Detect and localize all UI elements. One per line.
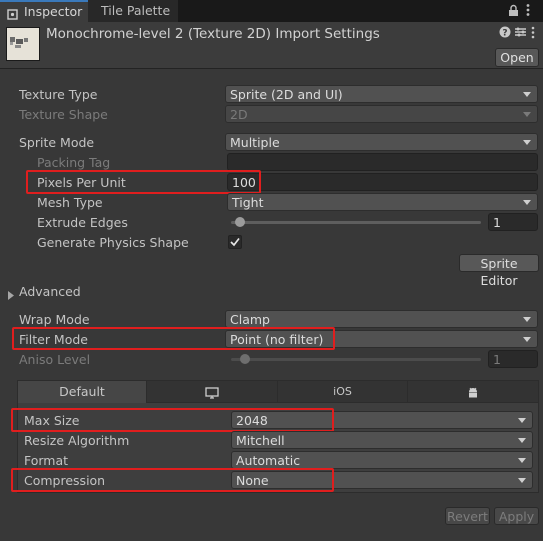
tab-android[interactable] bbox=[408, 381, 538, 403]
sprite-mode-label: Sprite Mode bbox=[19, 135, 95, 150]
aniso-level-slider-handle bbox=[240, 354, 250, 364]
chevron-down-icon bbox=[518, 438, 526, 443]
mesh-type-label: Mesh Type bbox=[37, 195, 103, 210]
menu-icon[interactable] bbox=[526, 3, 530, 20]
chevron-down-icon bbox=[523, 92, 531, 97]
chevron-down-icon bbox=[523, 337, 531, 342]
svg-text:?: ? bbox=[502, 29, 507, 39]
texture-type-label: Texture Type bbox=[19, 87, 98, 102]
mesh-type-dropdown[interactable]: Tight bbox=[227, 193, 538, 211]
texture-type-value: Sprite (2D and UI) bbox=[230, 87, 343, 102]
apply-button[interactable]: Apply bbox=[494, 507, 539, 525]
resize-algorithm-label: Resize Algorithm bbox=[24, 433, 130, 448]
extrude-edges-slider-track[interactable] bbox=[231, 221, 481, 224]
aniso-level-slider-track bbox=[231, 358, 481, 361]
format-label: Format bbox=[24, 453, 69, 468]
open-button[interactable]: Open bbox=[495, 48, 539, 67]
help-icon[interactable]: ? bbox=[499, 26, 511, 41]
texture-type-dropdown[interactable]: Sprite (2D and UI) bbox=[225, 85, 538, 103]
advanced-foldout[interactable]: Advanced bbox=[19, 284, 81, 299]
extrude-edges-input[interactable]: 1 bbox=[488, 213, 538, 231]
tab-ios[interactable]: iOS bbox=[278, 381, 408, 403]
lock-icon[interactable] bbox=[508, 4, 519, 20]
header-title: Monochrome-level 2 (Texture 2D) Import S… bbox=[46, 26, 380, 42]
android-icon bbox=[467, 384, 479, 399]
aniso-level-input: 1 bbox=[488, 350, 538, 368]
generate-physics-shape-label: Generate Physics Shape bbox=[37, 235, 189, 250]
sprite-mode-value: Multiple bbox=[230, 135, 280, 150]
format-dropdown[interactable]: Automatic bbox=[231, 451, 533, 469]
highlight-compression bbox=[11, 468, 334, 492]
aniso-level-label: Aniso Level bbox=[19, 352, 91, 367]
foldout-arrow-icon[interactable] bbox=[8, 288, 15, 303]
mesh-type-value: Tight bbox=[232, 195, 264, 210]
texture-shape-dropdown: 2D bbox=[225, 105, 538, 123]
texture-shape-value: 2D bbox=[230, 107, 248, 122]
tab-default-label: Default bbox=[59, 384, 105, 399]
highlight-pixels-per-unit bbox=[26, 170, 261, 194]
chevron-down-icon bbox=[518, 478, 526, 483]
sprite-mode-dropdown[interactable]: Multiple bbox=[225, 133, 538, 151]
tab-default[interactable]: Default bbox=[18, 381, 147, 403]
tab-inspector-label: Inspector bbox=[24, 4, 83, 19]
packing-tag-label: Packing Tag bbox=[37, 155, 111, 170]
chevron-down-icon bbox=[523, 112, 531, 117]
resize-algorithm-dropdown[interactable]: Mitchell bbox=[231, 431, 533, 449]
highlight-filter-mode bbox=[12, 327, 335, 350]
texture-shape-label: Texture Shape bbox=[19, 107, 108, 122]
extrude-edges-label: Extrude Edges bbox=[37, 215, 128, 230]
chevron-down-icon bbox=[523, 140, 531, 145]
resize-algorithm-value: Mitchell bbox=[236, 433, 285, 448]
inspector-icon bbox=[7, 6, 18, 20]
more-icon[interactable] bbox=[531, 26, 535, 42]
pixels-per-unit-input[interactable]: 100 bbox=[227, 173, 538, 191]
highlight-max-size bbox=[11, 408, 334, 432]
tab-ios-label: iOS bbox=[333, 385, 352, 398]
format-value: Automatic bbox=[236, 453, 301, 468]
tab-tile-palette[interactable]: Tile Palette bbox=[88, 0, 178, 22]
chevron-down-icon bbox=[518, 458, 526, 463]
tab-standalone[interactable] bbox=[147, 381, 278, 403]
preset-icon[interactable] bbox=[514, 26, 527, 41]
checkmark-icon bbox=[230, 237, 240, 247]
monitor-icon bbox=[205, 384, 219, 399]
wrap-mode-dropdown[interactable]: Clamp bbox=[225, 310, 538, 328]
extrude-edges-slider-handle[interactable] bbox=[235, 217, 245, 227]
wrap-mode-label: Wrap Mode bbox=[19, 312, 90, 327]
chevron-down-icon bbox=[523, 317, 531, 322]
chevron-down-icon bbox=[518, 418, 526, 423]
wrap-mode-value: Clamp bbox=[230, 312, 270, 327]
generate-physics-shape-checkbox[interactable] bbox=[228, 235, 242, 249]
revert-button[interactable]: Revert bbox=[445, 507, 490, 525]
tab-inspector[interactable]: Inspector bbox=[0, 0, 88, 22]
chevron-down-icon bbox=[523, 200, 531, 205]
tab-tile-palette-label: Tile Palette bbox=[101, 3, 171, 18]
sprite-editor-button[interactable]: Sprite Editor bbox=[459, 254, 539, 288]
packing-tag-input bbox=[227, 153, 538, 171]
texture-thumbnail bbox=[6, 27, 40, 61]
